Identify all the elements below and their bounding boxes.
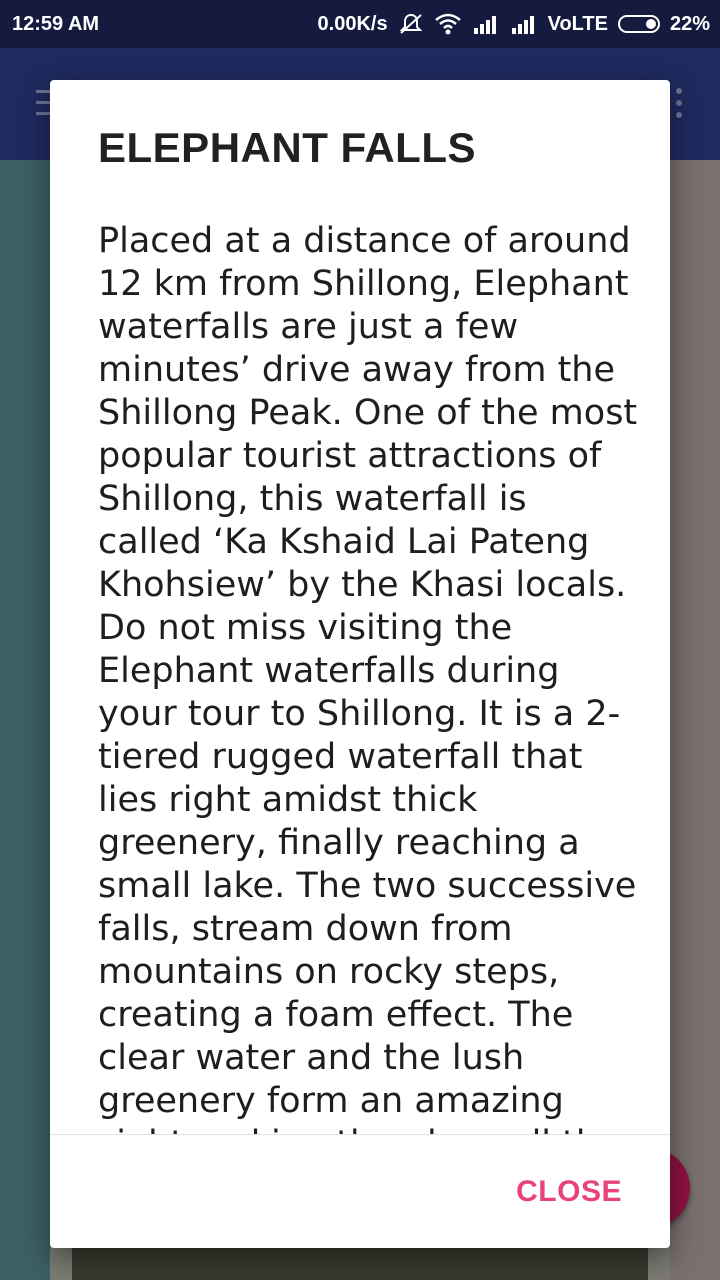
background-image-right [670,160,720,1280]
info-dialog: ELEPHANT FALLS Placed at a distance of a… [50,80,670,1248]
dialog-description: Placed at a distance of around 12 km fro… [98,221,638,1134]
wifi-icon [434,13,462,35]
dialog-divider [50,1134,670,1135]
battery-level: 22% [669,12,710,35]
status-time: 12:59 AM [12,12,100,35]
dialog-body[interactable]: Placed at a distance of around 12 km fro… [98,220,638,1134]
signal-icon [510,14,538,34]
dialog-title: ELEPHANT FALLS [98,124,477,171]
signal-icon [472,14,500,34]
more-vert-icon[interactable] [676,88,682,124]
status-bar: 12:59 AM 0.00K/s VoLTE 22% [0,0,720,48]
background-card [72,1248,648,1280]
background-image-left [0,160,50,1280]
battery-icon [617,15,660,33]
mute-icon [398,12,424,36]
network-type: VoLTE [547,12,608,35]
network-speed: 0.00K/s [317,12,388,35]
status-right: 0.00K/s VoLTE 22% [318,12,710,36]
close-button[interactable]: CLOSE [508,1168,630,1216]
